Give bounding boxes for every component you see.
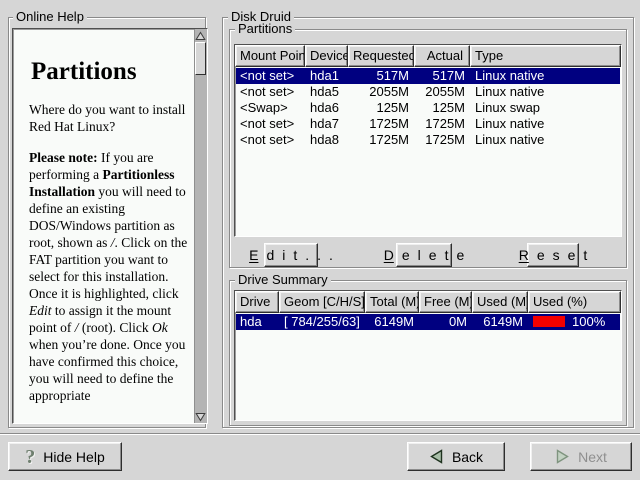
- help-question-icon: ?: [25, 448, 35, 466]
- table-cell: <Swap>: [236, 100, 306, 116]
- column-header-free-m[interactable]: Free (M): [419, 291, 472, 313]
- hide-help-button[interactable]: ? Hide Help: [8, 442, 122, 471]
- table-cell: 1725M: [349, 132, 415, 148]
- column-header-device[interactable]: Device: [305, 45, 348, 67]
- table-cell: <not set>: [236, 116, 306, 132]
- column-header-requested[interactable]: Requested: [348, 45, 414, 67]
- table-row[interactable]: <not set>hda81725M1725MLinux native: [236, 132, 620, 148]
- table-cell: Linux native: [471, 84, 620, 100]
- back-button[interactable]: Back: [407, 442, 505, 471]
- table-cell: hda8: [306, 132, 349, 148]
- drive-summary-table-header: DriveGeom [C/H/S]Total (M)Free (M)Used (…: [235, 291, 621, 313]
- help-paragraph: Please note: If you are performing a Par…: [29, 149, 188, 404]
- drive-summary-table-body: hda[ 784/255/63]6149M0M6149M100%: [236, 314, 620, 419]
- column-header-actual[interactable]: Actual: [414, 45, 470, 67]
- column-header-used-m[interactable]: Used (M): [472, 291, 528, 313]
- drive-summary-table: DriveGeom [C/H/S]Total (M)Free (M)Used (…: [234, 290, 622, 421]
- table-cell: hda1: [306, 68, 349, 84]
- table-cell: <not set>: [236, 132, 306, 148]
- table-cell: Linux native: [471, 68, 620, 84]
- help-paragraph: Where do you want to install Red Hat Lin…: [29, 101, 188, 135]
- column-header-mount-point[interactable]: Mount Point: [235, 45, 305, 67]
- help-title: Partitions: [31, 57, 188, 87]
- help-content: Partitions Where do you want to install …: [13, 29, 194, 423]
- partitions-table-header: Mount PointDeviceRequestedActualType: [235, 45, 621, 67]
- next-button[interactable]: Next: [530, 442, 632, 471]
- table-cell: 125M: [349, 100, 415, 116]
- table-cell: hda5: [306, 84, 349, 100]
- table-cell: <not set>: [236, 68, 306, 84]
- help-scrollbar[interactable]: [194, 29, 207, 423]
- online-help-frame-label: Online Help: [13, 10, 87, 24]
- scroll-down-icon[interactable]: [194, 410, 207, 423]
- scroll-up-icon[interactable]: [194, 29, 207, 42]
- drive-summary-frame-label: Drive Summary: [235, 273, 331, 287]
- edit-button[interactable]: Edit...: [264, 243, 318, 267]
- table-cell: 2055M: [349, 84, 415, 100]
- table-cell: 2055M: [415, 84, 471, 100]
- partitions-table-body: <not set>hda1517M517MLinux native<not se…: [236, 68, 620, 235]
- scrollbar-thumb[interactable]: [195, 42, 206, 75]
- table-cell: Linux swap: [471, 100, 620, 116]
- table-cell: <not set>: [236, 84, 306, 100]
- column-header-type[interactable]: Type: [470, 45, 621, 67]
- table-cell: 517M: [415, 68, 471, 84]
- next-label: Next: [578, 449, 607, 465]
- reset-button[interactable]: Reset: [527, 243, 579, 267]
- table-row[interactable]: <not set>hda1517M517MLinux native: [236, 68, 620, 84]
- table-row[interactable]: hda[ 784/255/63]6149M0M6149M100%: [236, 314, 620, 330]
- table-cell: hda7: [306, 116, 349, 132]
- table-cell: hda: [236, 314, 280, 330]
- hide-help-label: Hide Help: [43, 449, 104, 465]
- table-row[interactable]: <Swap>hda6125M125MLinux swap: [236, 100, 620, 116]
- table-cell: 125M: [415, 100, 471, 116]
- table-cell: 1725M: [349, 116, 415, 132]
- column-header-drive[interactable]: Drive: [235, 291, 279, 313]
- table-cell: hda6: [306, 100, 349, 116]
- table-cell: 6149M: [473, 314, 529, 330]
- table-cell: 6149M: [366, 314, 420, 330]
- delete-button[interactable]: Delete: [396, 243, 452, 267]
- table-cell: 517M: [349, 68, 415, 84]
- partitions-frame-label: Partitions: [235, 22, 295, 36]
- table-cell: [ 784/255/63]: [280, 314, 366, 330]
- back-arrow-icon: [429, 449, 444, 464]
- table-cell: 100%: [529, 314, 620, 330]
- installer-window: Online Help Partitions Where do you want…: [0, 0, 640, 480]
- column-header-geom-c-h-s[interactable]: Geom [C/H/S]: [279, 291, 365, 313]
- usage-bar: [533, 316, 565, 327]
- next-arrow-icon: [555, 449, 570, 464]
- help-paragraphs: Where do you want to install Red Hat Lin…: [29, 101, 188, 404]
- footer-separator: [0, 433, 640, 435]
- column-header-total-m[interactable]: Total (M): [365, 291, 419, 313]
- table-cell: 1725M: [415, 132, 471, 148]
- table-row[interactable]: <not set>hda52055M2055MLinux native: [236, 84, 620, 100]
- table-cell: 1725M: [415, 116, 471, 132]
- column-header-used[interactable]: Used (%): [528, 291, 621, 313]
- back-label: Back: [452, 449, 483, 465]
- help-viewport: Partitions Where do you want to install …: [12, 28, 208, 424]
- partitions-table: Mount PointDeviceRequestedActualType <no…: [234, 44, 622, 237]
- table-cell: Linux native: [471, 132, 620, 148]
- table-cell: Linux native: [471, 116, 620, 132]
- table-row[interactable]: <not set>hda71725M1725MLinux native: [236, 116, 620, 132]
- table-cell: 0M: [420, 314, 473, 330]
